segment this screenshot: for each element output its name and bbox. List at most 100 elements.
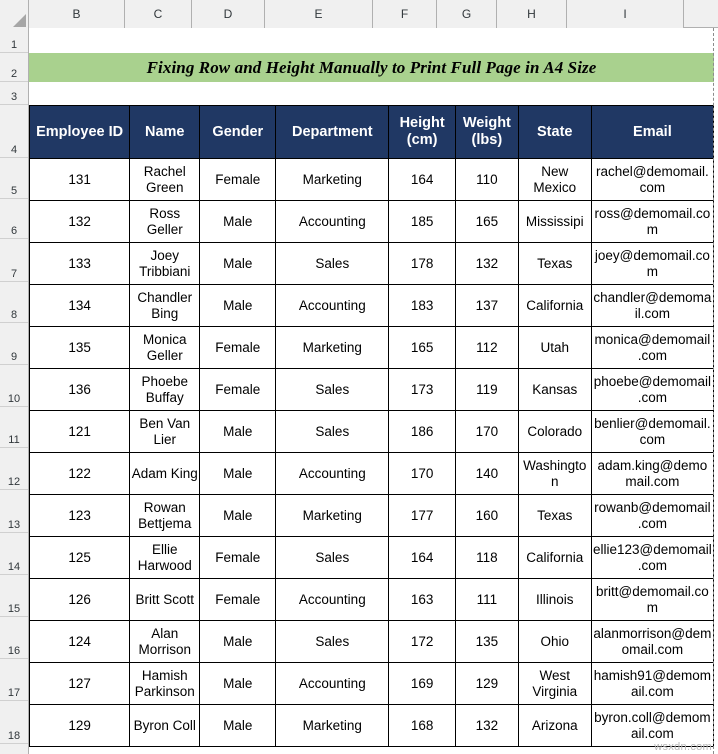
cell-gender[interactable]: Male xyxy=(199,494,277,537)
cell-height[interactable]: 177 xyxy=(388,494,457,537)
cell-employee-id[interactable]: 122 xyxy=(28,452,131,495)
cell-height[interactable]: 163 xyxy=(388,578,457,621)
row-head-3[interactable]: 3 xyxy=(0,82,28,105)
cell-height[interactable]: 178 xyxy=(388,242,457,285)
cell-name[interactable]: Ben Van Lier xyxy=(129,410,201,453)
select-all-button[interactable] xyxy=(0,0,29,28)
cell-email[interactable]: ellie123@demomail.com xyxy=(590,536,715,579)
cell-weight[interactable]: 170 xyxy=(455,410,519,453)
row-head-1[interactable]: 1 xyxy=(0,28,28,53)
row-head-7[interactable]: 7 xyxy=(0,239,28,282)
cell-gender[interactable]: Female xyxy=(199,326,277,369)
cell-weight[interactable]: 112 xyxy=(455,326,519,369)
row-head-11[interactable]: 11 xyxy=(0,407,28,448)
cell-name[interactable]: Adam King xyxy=(129,452,201,495)
cell-name[interactable]: Rowan Bettjema xyxy=(129,494,201,537)
column-head-g[interactable]: G xyxy=(437,0,497,28)
cell-gender[interactable]: Female xyxy=(199,158,277,201)
cell-height[interactable]: 165 xyxy=(388,326,457,369)
sheet-row-3[interactable] xyxy=(29,82,714,105)
cell-gender[interactable]: Male xyxy=(199,284,277,327)
cell-weight[interactable]: 135 xyxy=(455,620,519,663)
row-head-17[interactable]: 17 xyxy=(0,659,28,701)
column-head-b[interactable]: B xyxy=(29,0,125,28)
cell-state[interactable]: Ohio xyxy=(517,620,592,663)
cell-email[interactable]: britt@demomail.com xyxy=(590,578,715,621)
row-head-10[interactable]: 10 xyxy=(0,365,28,407)
column-header-gender[interactable]: Gender xyxy=(199,105,277,159)
row-head-12[interactable]: 12 xyxy=(0,448,28,490)
column-header-department[interactable]: Department xyxy=(275,105,390,159)
cell-weight[interactable]: 165 xyxy=(455,200,519,243)
cell-height[interactable]: 173 xyxy=(388,368,457,411)
cell-gender[interactable]: Male xyxy=(199,452,277,495)
cell-name[interactable]: Alan Morrison xyxy=(129,620,201,663)
row-head-13[interactable]: 13 xyxy=(0,490,28,533)
cell-height[interactable]: 164 xyxy=(388,158,457,201)
cell-height[interactable]: 164 xyxy=(388,536,457,579)
cell-weight[interactable]: 110 xyxy=(455,158,519,201)
cell-height[interactable]: 172 xyxy=(388,620,457,663)
column-header-height[interactable]: Height (cm) xyxy=(388,105,457,159)
cell-email[interactable]: ross@demomail.com xyxy=(590,200,715,243)
column-header-name[interactable]: Name xyxy=(129,105,201,159)
row-head-6[interactable]: 6 xyxy=(0,199,28,239)
cell-email[interactable]: phoebe@demomail.com xyxy=(590,368,715,411)
cell-state[interactable]: Utah xyxy=(517,326,592,369)
cell-weight[interactable]: 140 xyxy=(455,452,519,495)
cell-name[interactable]: Byron Coll xyxy=(129,704,201,747)
cell-email[interactable]: benlier@demomail.com xyxy=(590,410,715,453)
cell-department[interactable]: Accounting xyxy=(275,200,390,243)
cell-state[interactable]: California xyxy=(517,536,592,579)
cell-weight[interactable]: 132 xyxy=(455,242,519,285)
cell-name[interactable]: Joey Tribbiani xyxy=(129,242,201,285)
cell-name[interactable]: Phoebe Buffay xyxy=(129,368,201,411)
cell-department[interactable]: Marketing xyxy=(275,704,390,747)
cell-state[interactable]: Illinois xyxy=(517,578,592,621)
cell-name[interactable]: Rachel Green xyxy=(129,158,201,201)
cell-employee-id[interactable]: 123 xyxy=(28,494,131,537)
cell-employee-id[interactable]: 132 xyxy=(28,200,131,243)
cell-department[interactable]: Accounting xyxy=(275,452,390,495)
column-head-i[interactable]: I xyxy=(567,0,684,28)
cell-gender[interactable]: Male xyxy=(199,704,277,747)
cell-email[interactable]: rachel@demomail.com xyxy=(590,158,715,201)
cell-employee-id[interactable]: 125 xyxy=(28,536,131,579)
cell-email[interactable]: hamish91@demomail.com xyxy=(590,662,715,705)
cell-gender[interactable]: Male xyxy=(199,620,277,663)
cell-state[interactable]: West Virginia xyxy=(517,662,592,705)
cell-email[interactable]: monica@demomail.com xyxy=(590,326,715,369)
cell-department[interactable]: Accounting xyxy=(275,662,390,705)
cell-department[interactable]: Sales xyxy=(275,410,390,453)
cell-gender[interactable]: Female xyxy=(199,578,277,621)
row-head-4[interactable]: 4 xyxy=(0,105,28,158)
cell-weight[interactable]: 129 xyxy=(455,662,519,705)
row-head-5[interactable]: 5 xyxy=(0,158,28,199)
cell-name[interactable]: Britt Scott xyxy=(129,578,201,621)
cell-department[interactable]: Marketing xyxy=(275,326,390,369)
cell-height[interactable]: 168 xyxy=(388,704,457,747)
cell-employee-id[interactable]: 124 xyxy=(28,620,131,663)
cell-height[interactable]: 186 xyxy=(388,410,457,453)
cell-weight[interactable]: 111 xyxy=(455,578,519,621)
cell-height[interactable]: 170 xyxy=(388,452,457,495)
cell-employee-id[interactable]: 135 xyxy=(28,326,131,369)
column-head-d[interactable]: D xyxy=(192,0,265,28)
cell-state[interactable]: Kansas xyxy=(517,368,592,411)
cell-weight[interactable]: 118 xyxy=(455,536,519,579)
row-head-15[interactable]: 15 xyxy=(0,575,28,617)
cell-gender[interactable]: Male xyxy=(199,200,277,243)
cell-employee-id[interactable]: 126 xyxy=(28,578,131,621)
cell-name[interactable]: Hamish Parkinson xyxy=(129,662,201,705)
cell-employee-id[interactable]: 133 xyxy=(28,242,131,285)
cell-employee-id[interactable]: 121 xyxy=(28,410,131,453)
cell-state[interactable]: New Mexico xyxy=(517,158,592,201)
cell-department[interactable]: Sales xyxy=(275,620,390,663)
row-head-14[interactable]: 14 xyxy=(0,533,28,575)
cell-department[interactable]: Accounting xyxy=(275,284,390,327)
cell-name[interactable]: Monica Geller xyxy=(129,326,201,369)
cell-weight[interactable]: 160 xyxy=(455,494,519,537)
cell-weight[interactable]: 132 xyxy=(455,704,519,747)
row-head-2[interactable]: 2 xyxy=(0,53,28,82)
cell-weight[interactable]: 119 xyxy=(455,368,519,411)
